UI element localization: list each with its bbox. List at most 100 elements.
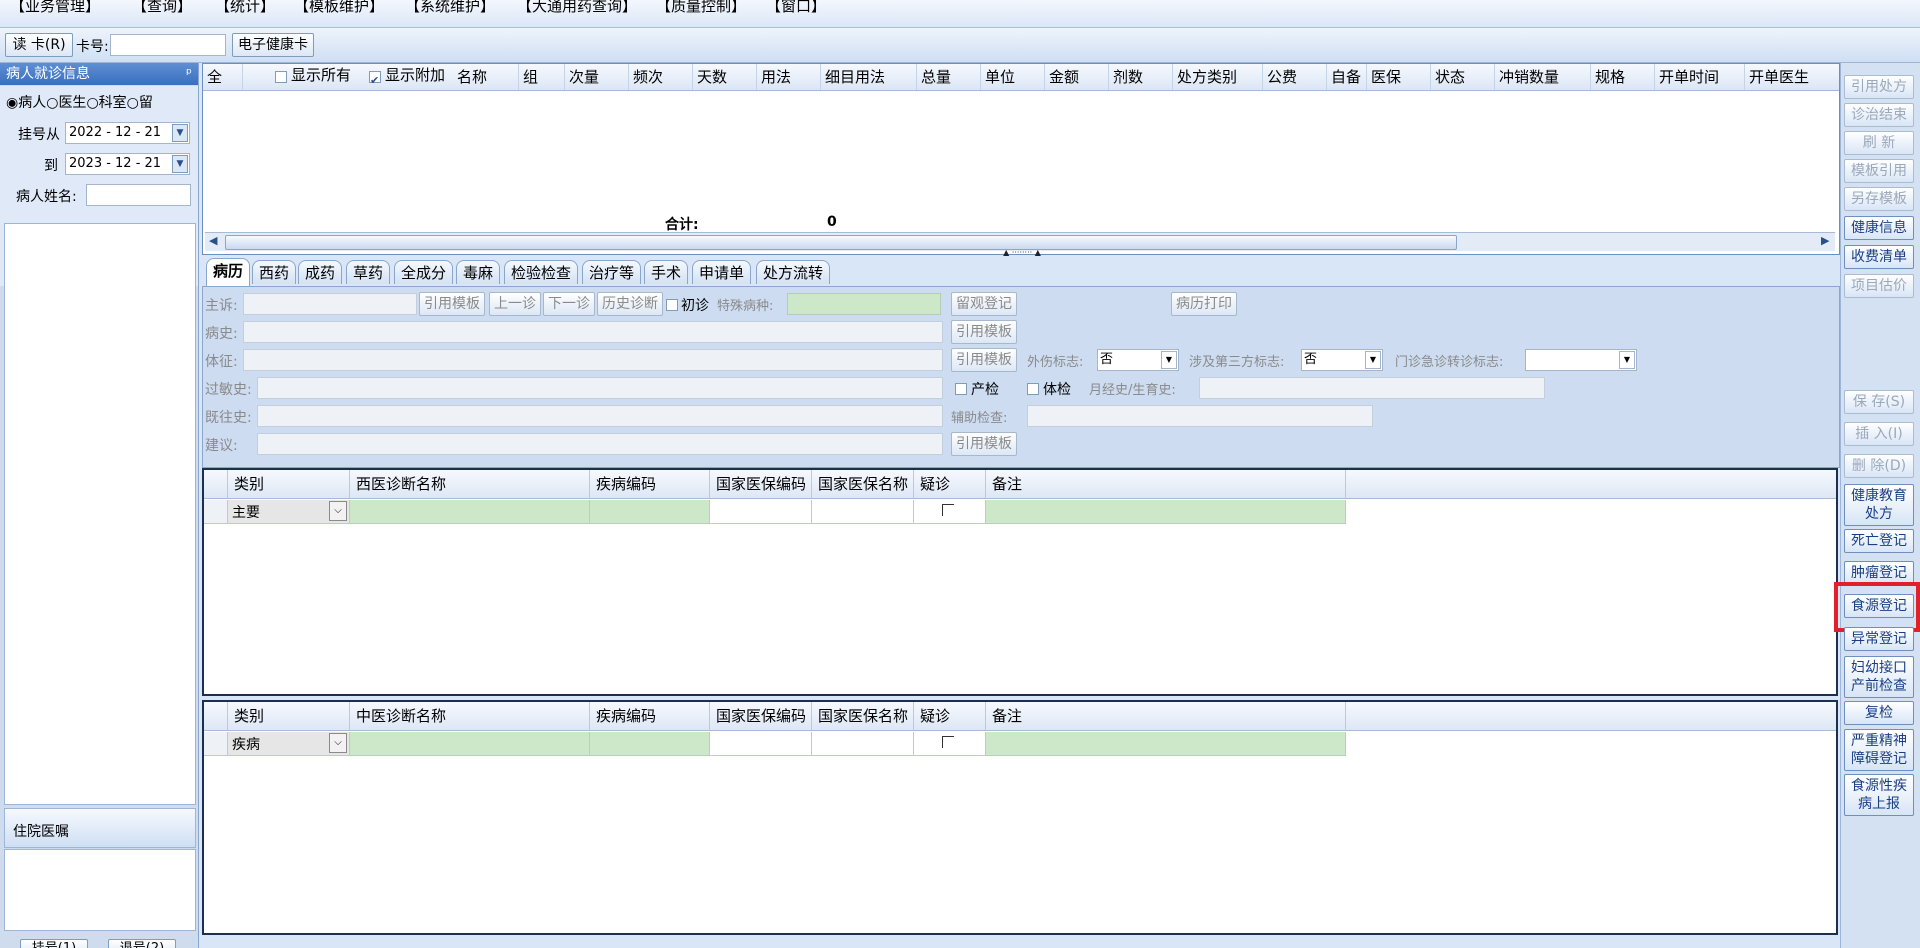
menu-window[interactable]: 【窗口】 [766, 0, 826, 16]
special-disease-input[interactable] [787, 293, 941, 315]
col-header[interactable]: 医保 [1367, 64, 1431, 90]
inpatient-orders-list[interactable] [4, 849, 196, 931]
physical-checkbox[interactable] [1027, 383, 1039, 395]
signs-input[interactable] [243, 349, 943, 371]
show-all-checkbox[interactable] [275, 71, 287, 83]
scrollbar-thumb[interactable] [225, 235, 1457, 250]
col-header[interactable]: 剂数 [1109, 64, 1173, 90]
col-header[interactable]: 规格 [1591, 64, 1655, 90]
remark-cell[interactable] [986, 500, 1346, 524]
quote-template-button[interactable]: 引用模板 [951, 320, 1017, 344]
insurance-name-cell[interactable] [812, 732, 914, 756]
col-header[interactable]: 自备 [1327, 64, 1367, 90]
chevron-down-icon[interactable]: ⌵ [329, 733, 347, 753]
col-header[interactable]: 组 [519, 64, 565, 90]
finish-visit-button[interactable]: 诊治结束 [1844, 103, 1914, 127]
history-input[interactable] [243, 321, 943, 343]
tab-application[interactable]: 申请单 [692, 260, 752, 284]
reg-to-date[interactable]: 2023 - 12 - 21 ▼ [65, 153, 190, 175]
insert-button[interactable]: 插 入(I) [1844, 422, 1914, 446]
injury-flag-select[interactable]: 否 ▼ [1097, 349, 1179, 371]
er-transfer-flag-select[interactable]: ▼ [1525, 349, 1637, 371]
menstrual-input[interactable] [1199, 377, 1545, 399]
disease-code-cell[interactable] [590, 732, 710, 756]
col-header[interactable]: 用法 [757, 64, 821, 90]
col-header[interactable]: 公费 [1263, 64, 1327, 90]
prev-visit-button[interactable]: 上一诊 [489, 292, 541, 316]
diag-type-select[interactable]: 疾病 ⌵ [228, 732, 350, 756]
col-header[interactable]: 次量 [565, 64, 629, 90]
col-header[interactable]: 单位 [981, 64, 1045, 90]
death-registration-button[interactable]: 死亡登记 [1844, 529, 1914, 553]
prenatal-checkbox[interactable] [955, 383, 967, 395]
maternal-prenatal-button[interactable]: 妇幼接口产前检查 [1844, 656, 1914, 698]
remark-cell[interactable] [986, 732, 1346, 756]
col-header[interactable]: 冲销数量 [1495, 64, 1591, 90]
tab-treatment[interactable]: 治疗等 [582, 260, 642, 284]
col-select-all[interactable]: 全 [203, 64, 243, 90]
tab-medical-record[interactable]: 病历 [206, 258, 251, 286]
suspected-cell[interactable] [914, 500, 986, 524]
west-diag-name-cell[interactable] [350, 500, 590, 524]
delete-button[interactable]: 删 除(D) [1844, 454, 1914, 478]
observation-reg-button[interactable]: 留观登记 [951, 292, 1017, 316]
suspected-checkbox[interactable] [942, 736, 954, 748]
chevron-down-icon[interactable]: ▼ [1619, 351, 1635, 369]
col-header[interactable]: 备注 [986, 470, 1346, 498]
col-header[interactable]: 天数 [693, 64, 757, 90]
menu-system[interactable]: 【系统维护】 [405, 0, 495, 16]
refresh-button[interactable]: 刷 新 [1844, 131, 1914, 155]
col-header[interactable]: 中医诊断名称 [350, 702, 590, 730]
col-header[interactable]: 国家医保编码 [710, 702, 812, 730]
reg-from-date[interactable]: 2022 - 12 - 21 ▼ [65, 122, 190, 144]
abnormal-registration-button[interactable]: 异常登记 [1844, 627, 1914, 651]
first-visit-checkbox[interactable] [666, 299, 678, 311]
patient-name-input[interactable] [86, 184, 191, 206]
foodborne-disease-report-button[interactable]: 食源性疾病上报 [1844, 774, 1914, 816]
recheck-button[interactable]: 复检 [1844, 701, 1914, 725]
health-card-button[interactable]: 电子健康卡 [232, 33, 314, 57]
quote-prescription-button[interactable]: 引用处方 [1844, 75, 1914, 99]
allergy-input[interactable] [257, 377, 943, 399]
third-party-flag-select[interactable]: 否 ▼ [1301, 349, 1383, 371]
radio-patient[interactable]: ◉ [6, 95, 18, 111]
scroll-left-icon[interactable]: ◀ [209, 234, 217, 247]
past-history-input[interactable] [257, 405, 943, 427]
col-header[interactable]: 状态 [1431, 64, 1495, 90]
col-header[interactable]: 开单医生 [1745, 64, 1837, 90]
health-education-button[interactable]: 健康教育处方 [1844, 484, 1914, 526]
radio-dept[interactable]: ○ [86, 95, 98, 111]
menu-drug-query[interactable]: 【大通用药查询】 [517, 0, 637, 16]
col-header[interactable]: 类别 [228, 470, 350, 498]
tab-full-component[interactable]: 全成分 [394, 260, 454, 284]
tab-surgery[interactable]: 手术 [644, 260, 689, 284]
read-card-button[interactable]: 读 卡(R) [5, 33, 73, 57]
tab-narcotic[interactable]: 毒麻 [456, 260, 501, 284]
splitter-handle[interactable]: ▲ ········ ▲ [982, 249, 1062, 257]
radio-doctor[interactable]: ○ [46, 95, 58, 111]
chevron-down-icon[interactable]: ▼ [172, 124, 188, 142]
col-header[interactable]: 处方类别 [1173, 64, 1263, 90]
mental-disorder-registration-button[interactable]: 严重精神障碍登记 [1844, 729, 1914, 771]
menu-business[interactable]: 【业务管理】 [10, 0, 100, 16]
col-header[interactable]: 细目用法 [821, 64, 917, 90]
col-header[interactable]: 开单时间 [1655, 64, 1745, 90]
col-header[interactable]: 备注 [986, 702, 1346, 730]
col-header[interactable]: 西医诊断名称 [350, 470, 590, 498]
save-button[interactable]: 保 存(S) [1844, 390, 1914, 414]
tab-lab-exam[interactable]: 检验检查 [504, 260, 579, 284]
next-visit-button[interactable]: 下一诊 [543, 292, 595, 316]
chevron-down-icon[interactable]: ▼ [172, 155, 188, 173]
charge-list-button[interactable]: 收费清单 [1844, 245, 1914, 269]
col-header[interactable]: 疾病编码 [590, 702, 710, 730]
insurance-code-cell[interactable] [710, 500, 812, 524]
tab-patent-drug[interactable]: 成药 [298, 260, 343, 284]
col-header[interactable]: 总量 [917, 64, 981, 90]
col-header[interactable]: 金额 [1045, 64, 1109, 90]
chevron-down-icon[interactable]: ⌵ [329, 501, 347, 521]
quote-template-button[interactable]: 引用模板 [419, 292, 485, 316]
col-header[interactable]: 国家医保名称 [812, 702, 914, 730]
register-button[interactable]: 挂号(1) [20, 939, 88, 948]
tab-prescription-flow[interactable]: 处方流转 [756, 260, 831, 284]
chevron-down-icon[interactable]: ▼ [1161, 351, 1177, 369]
